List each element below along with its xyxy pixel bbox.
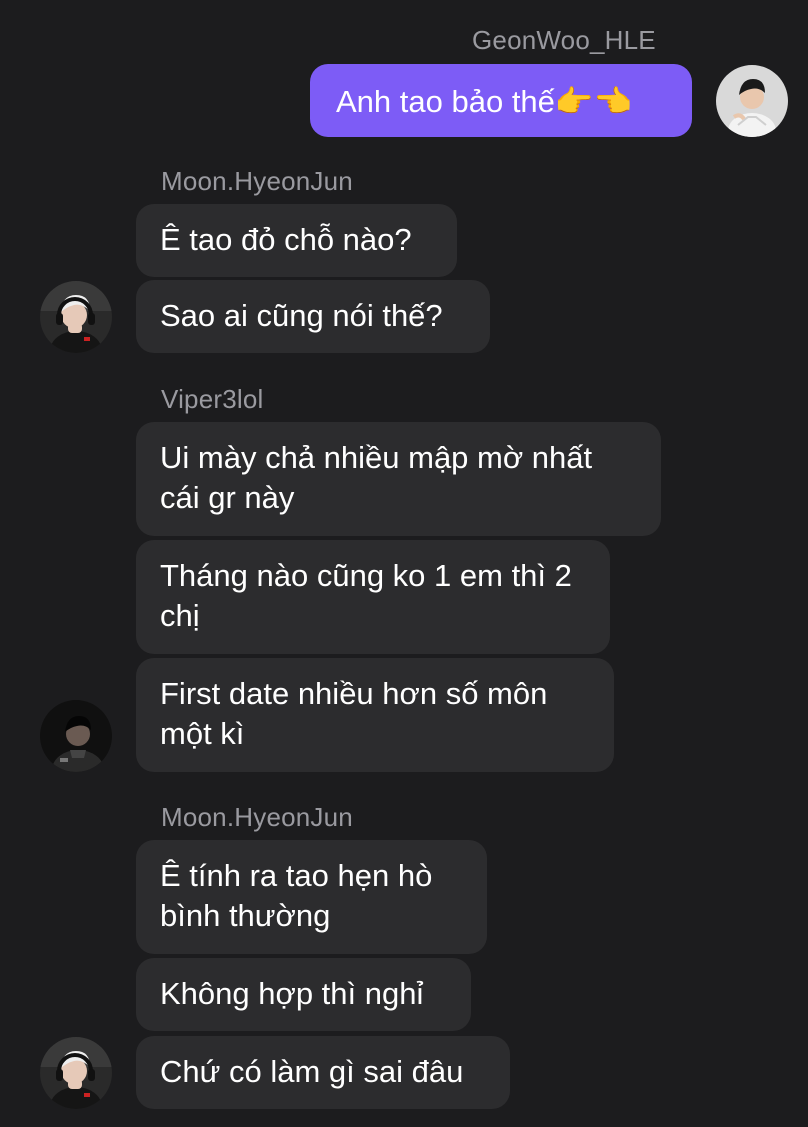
- message-bubble-incoming[interactable]: Tháng nào cũng ko 1 em thì 2 chị: [136, 540, 610, 654]
- message-bubble-incoming[interactable]: Ui mày chả nhiều mập mờ nhất cái gr này: [136, 422, 661, 536]
- message-bubble-incoming[interactable]: Ê tao đỏ chỗ nào?: [136, 204, 457, 277]
- avatar-viper-icon[interactable]: [40, 700, 112, 772]
- sender-name-viper: Viper3lol: [161, 384, 264, 414]
- message-bubble-outgoing[interactable]: Anh tao bảo thế👉👈: [310, 64, 692, 137]
- avatar-moon-icon[interactable]: [40, 281, 112, 353]
- sender-name-geonwoo: GeonWoo_HLE: [472, 25, 656, 55]
- avatar-geonwoo-icon[interactable]: [716, 65, 788, 137]
- avatar-moon-icon[interactable]: [40, 1037, 112, 1109]
- message-bubble-incoming[interactable]: Sao ai cũng nói thế?: [136, 280, 490, 353]
- sender-name-moon: Moon.HyeonJun: [161, 802, 353, 832]
- message-bubble-incoming[interactable]: Ê tính ra tao hẹn hò bình thường: [136, 840, 487, 954]
- sender-name-moon: Moon.HyeonJun: [161, 166, 353, 196]
- message-bubble-incoming[interactable]: Không hợp thì nghỉ: [136, 958, 471, 1031]
- message-bubble-incoming[interactable]: Chứ có làm gì sai đâu: [136, 1036, 510, 1109]
- message-bubble-incoming[interactable]: First date nhiều hơn số môn một kì: [136, 658, 614, 772]
